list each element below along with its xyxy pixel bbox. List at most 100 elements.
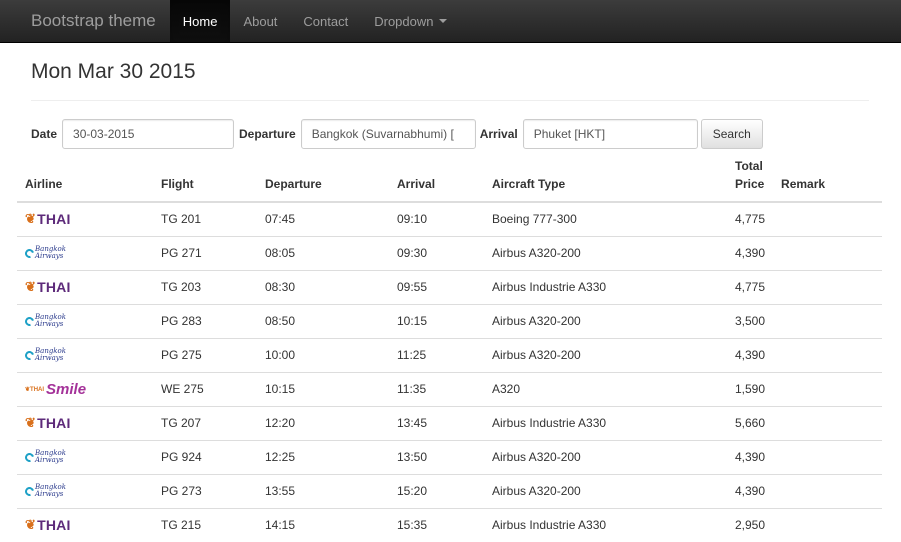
navbar-brand[interactable]: Bootstrap theme <box>0 0 170 42</box>
nav-item-about[interactable]: About <box>230 0 290 42</box>
departure-input[interactable]: Bangkok (Suvarnabhumi) [ <box>300 119 476 149</box>
col-arrival: Arrival <box>389 152 484 203</box>
col-price-line1: Total <box>735 159 763 173</box>
nav-item-dropdown-label: Dropdown <box>374 13 434 29</box>
cell-airline: Bangkok Airways <box>17 303 153 338</box>
table-row: ❦ THAI TG 203 08:30 09:55 Airbus Industrie A3… <box>17 269 882 304</box>
table-row: Bangkok Airways PG 275 10:00 11:25 Airbus A3… <box>17 337 882 372</box>
cell-flight: TG 203 <box>153 269 257 304</box>
bangkok-airways-logo: Bangkok Airways <box>23 447 66 467</box>
table-row: Bangkok Airways PG 273 13:55 15:20 Airbus A3… <box>17 473 882 508</box>
orchid-icon: ❦ <box>25 211 37 227</box>
cell-arrival: 11:25 <box>389 337 484 372</box>
search-button[interactable]: Search <box>700 119 763 149</box>
cell-flight: TG 201 <box>161 212 202 227</box>
swirl-icon <box>23 484 36 498</box>
cell-flight: WE 275 <box>153 371 257 406</box>
cell-arrival: 09:55 <box>389 269 484 304</box>
cell-airline: Bangkok Airways <box>17 473 153 508</box>
cell-aircraft: Airbus A320-200 <box>484 303 727 338</box>
bangkok-airways-logo: Bangkok Airways <box>23 345 66 365</box>
table-row: Bangkok Airways PG 283 08:50 10:15 Airbus A3… <box>17 303 882 338</box>
cell-departure: 14:15 <box>257 507 389 542</box>
cell-arrival: 13:50 <box>389 439 484 474</box>
flight-search-form: Date 30-03-2015 Departure Bangkok (Suvar… <box>31 119 763 149</box>
thai-smile-logo: ❦THAI Smile <box>25 380 87 398</box>
cell-remark <box>773 303 882 338</box>
swirl-icon <box>23 246 36 260</box>
col-price-line2: Price <box>735 177 765 191</box>
table-row: ❦ THAI TG 201 07:45 09:10 Boeing 777-300 4,775 <box>17 202 882 236</box>
caret-down-icon <box>438 19 447 23</box>
orchid-icon: ❦THAI <box>25 386 45 393</box>
bangkok-airways-logo: Bangkok Airways <box>23 243 66 263</box>
nav-item-dropdown[interactable]: Dropdown <box>361 0 459 42</box>
cell-aircraft: Airbus Industrie A330 <box>484 269 727 304</box>
cell-arrival: 09:30 <box>389 235 484 270</box>
cell-airline: ❦ THAI <box>17 405 153 440</box>
cell-aircraft: Airbus A320-200 <box>484 337 727 372</box>
thai-airways-logo: ❦ THAI <box>25 279 71 295</box>
cell-remark <box>773 337 882 372</box>
col-price: Total Price <box>727 152 774 203</box>
cell-aircraft: Airbus A320-200 <box>484 439 727 474</box>
cell-price: 4,775 <box>735 212 766 227</box>
col-airline: Airline <box>17 152 153 203</box>
swirl-icon <box>23 450 36 464</box>
cell-remark <box>773 473 882 508</box>
cell-departure: 12:20 <box>257 405 389 440</box>
cell-airline: ❦ THAI <box>17 507 153 542</box>
orchid-icon: ❦ <box>25 279 37 294</box>
cell-airline: ❦ THAI <box>17 202 153 236</box>
cell-price: 4,390 <box>727 235 774 270</box>
cell-aircraft: Airbus A320-200 <box>484 473 727 508</box>
cell-flight: PG 924 <box>153 439 257 474</box>
cell-price: 1,590 <box>727 371 774 406</box>
departure-label: Departure <box>239 127 296 141</box>
bangkok-airways-logo: Bangkok Airways <box>23 311 66 331</box>
cell-price: 2,950 <box>727 507 774 542</box>
thai-airways-logo: ❦ THAI <box>25 211 71 228</box>
cell-flight: PG 275 <box>153 337 257 372</box>
cell-airline: Bangkok Airways <box>17 337 153 372</box>
cell-remark <box>773 507 882 542</box>
thai-airways-logo: ❦ THAI <box>25 517 71 534</box>
cell-remark <box>773 202 882 236</box>
cell-aircraft: Airbus Industrie A330 <box>484 507 727 542</box>
date-label: Date <box>31 127 58 141</box>
table-row: ❦ THAI TG 207 12:20 13:45 Airbus Industrie A3… <box>17 405 882 440</box>
cell-price: 5,660 <box>727 405 774 440</box>
cell-flight: TG 207 <box>153 405 257 440</box>
cell-flight: TG 215 <box>153 507 257 542</box>
orchid-icon: ❦ <box>25 517 37 533</box>
swirl-icon <box>23 314 36 328</box>
cell-price: 4,390 <box>727 439 774 474</box>
orchid-icon: ❦ <box>25 415 37 430</box>
table-row: Bangkok Airways PG 271 08:05 09:30 Airbus A3… <box>17 235 882 270</box>
cell-airline: Bangkok Airways <box>17 439 153 474</box>
cell-departure: 08:30 <box>257 269 389 304</box>
cell-remark <box>773 235 882 270</box>
cell-departure: 08:05 <box>257 235 389 270</box>
divider <box>31 100 869 101</box>
cell-arrival: 15:20 <box>389 473 484 508</box>
cell-departure: 10:15 <box>257 371 389 406</box>
col-aircraft: Aircraft Type <box>484 152 727 203</box>
cell-flight: PG 283 <box>153 303 257 338</box>
table-row: Bangkok Airways PG 924 12:25 13:50 Airbus A3… <box>17 439 882 474</box>
cell-departure: 08:50 <box>257 303 389 338</box>
cell-departure: 12:25 <box>257 439 389 474</box>
arrival-label: Arrival <box>479 127 518 141</box>
col-departure: Departure <box>257 152 389 203</box>
cell-arrival: 09:10 <box>397 212 428 227</box>
nav-item-home[interactable]: Home <box>169 0 231 42</box>
arrival-input[interactable]: Phuket [HKT] <box>522 119 698 149</box>
nav-item-contact[interactable]: Contact <box>290 0 361 42</box>
cell-aircraft: A320 <box>484 371 727 406</box>
thai-airways-logo: ❦ THAI <box>25 415 71 431</box>
date-input[interactable]: 30-03-2015 <box>62 119 235 149</box>
cell-airline: ❦THAI Smile <box>17 371 153 406</box>
cell-flight: PG 273 <box>153 473 257 508</box>
cell-departure: 10:00 <box>257 337 389 372</box>
table-header-row: Airline Flight Departure Arrival Aircraf… <box>17 152 882 203</box>
